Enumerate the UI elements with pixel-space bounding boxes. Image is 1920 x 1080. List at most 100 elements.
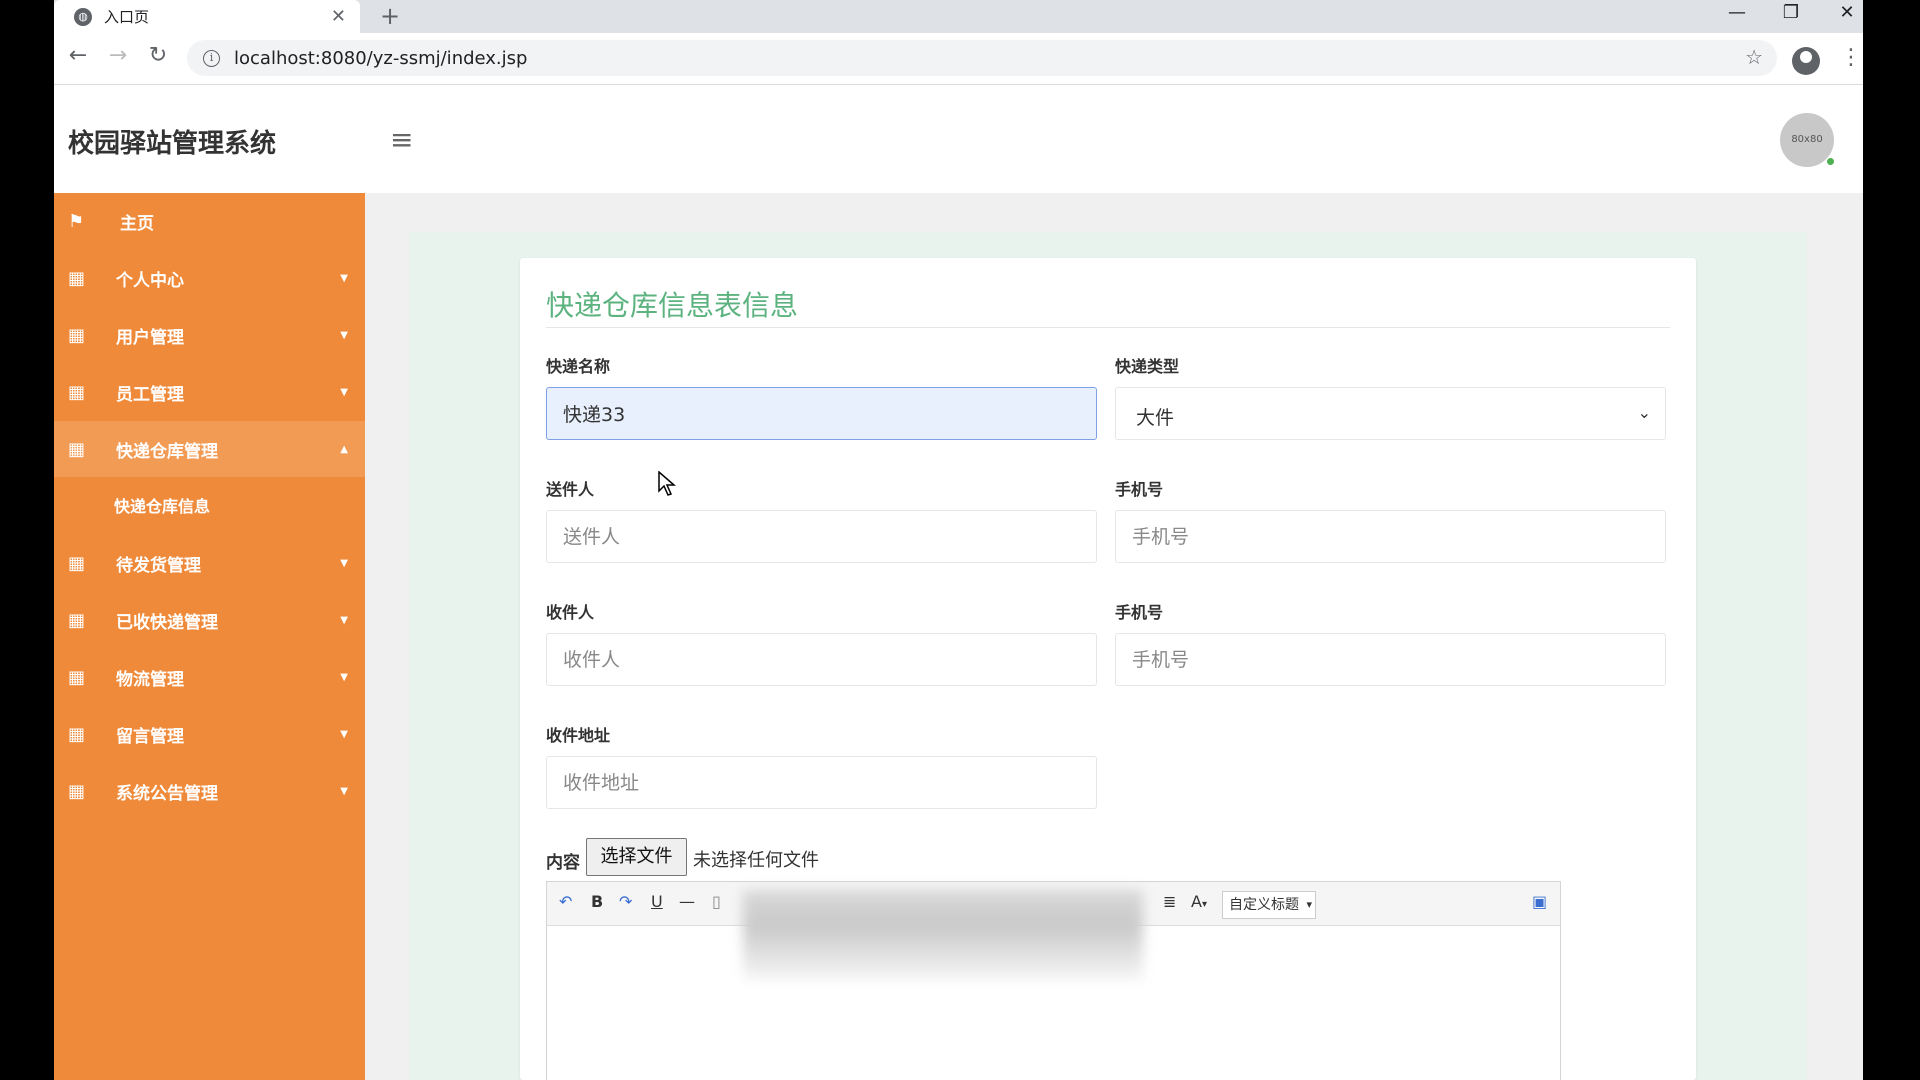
- sidebar-item-label: 系统公告管理: [116, 783, 218, 804]
- tab-bar: ◍ 入口页 ✕ + — ❐ ✕: [54, 0, 1863, 33]
- horizontal-rule-icon[interactable]: —: [679, 892, 695, 911]
- grid-icon: ▦: [68, 723, 86, 745]
- browser-tab[interactable]: ◍ 入口页 ✕: [54, 0, 360, 33]
- forward-arrow-icon[interactable]: →: [103, 43, 133, 68]
- file-status-text: 未选择任何文件: [693, 850, 819, 871]
- caret-down-icon: ▼: [340, 386, 348, 398]
- sidebar-item-label: 已收快递管理: [116, 612, 218, 633]
- caret-down-icon: ▼: [340, 671, 348, 683]
- caret-down-icon: ▼: [340, 614, 348, 626]
- sidebar-subitem-label: 快递仓库信息: [114, 497, 211, 516]
- document-icon[interactable]: ▯: [712, 892, 721, 911]
- sidebar-item-label: 待发货管理: [116, 555, 201, 576]
- blurred-toolbar-region: [743, 890, 1143, 980]
- content-panel: 快递仓库信息表信息 快递名称 快递类型 大件 ⌄ 送件人 手机号 收件人 手机: [409, 232, 1807, 1080]
- sidebar-item-label: 留言管理: [116, 726, 184, 747]
- editor-toolbar: ↶ B ↷ U — ▯ ≣ A▾ 自定义标题 ▣: [547, 882, 1560, 980]
- address-label: 收件地址: [546, 726, 611, 745]
- close-window-button[interactable]: ✕: [1827, 2, 1863, 23]
- sidebar-item-label: 个人中心: [116, 270, 184, 291]
- menu-kebab-icon[interactable]: ⋮: [1840, 45, 1862, 70]
- font-color-icon[interactable]: A▾: [1191, 892, 1207, 911]
- address-input[interactable]: [546, 756, 1097, 809]
- fullscreen-icon[interactable]: ▣: [1532, 892, 1547, 911]
- grid-icon: ▦: [68, 666, 86, 688]
- redo-icon[interactable]: ↷: [619, 892, 632, 911]
- flag-icon: ⚑: [68, 210, 85, 232]
- express-type-select[interactable]: 大件 ⌄: [1115, 387, 1666, 440]
- profile-icon[interactable]: [1792, 47, 1820, 75]
- sidebar-item-label: 用户管理: [116, 327, 184, 348]
- caret-down-icon: ▼: [340, 728, 348, 740]
- app-header: 校园驿站管理系统 ≡ 80x80: [54, 86, 1863, 193]
- receiver-input[interactable]: [546, 633, 1097, 686]
- rich-text-editor[interactable]: ↶ B ↷ U — ▯ ≣ A▾ 自定义标题 ▣: [546, 881, 1561, 1080]
- sidebar: ⚑ 主页 ▦ 个人中心 ▼ ▦ 用户管理 ▼ ▦ 员工管理 ▼ ▦ 快递仓库管理…: [54, 193, 365, 1080]
- underline-button[interactable]: U: [651, 892, 663, 911]
- caret-up-icon: ▲: [340, 443, 348, 455]
- grid-icon: ▦: [68, 267, 86, 289]
- sender-phone-input[interactable]: [1115, 510, 1666, 563]
- sidebar-item-label: 物流管理: [116, 669, 184, 690]
- reload-icon[interactable]: ↻: [143, 43, 173, 68]
- globe-icon: ◍: [74, 7, 92, 26]
- grid-icon: ▦: [68, 780, 86, 802]
- heading-select[interactable]: 自定义标题: [1222, 891, 1316, 919]
- form-card: 快递仓库信息表信息 快递名称 快递类型 大件 ⌄ 送件人 手机号 收件人 手机: [520, 258, 1696, 1080]
- receiver-phone-input[interactable]: [1115, 633, 1666, 686]
- divider: [546, 327, 1670, 328]
- info-icon[interactable]: i: [203, 49, 220, 67]
- bookmark-star-icon[interactable]: ☆: [1745, 45, 1763, 69]
- sidebar-item-user-management[interactable]: ▦ 用户管理 ▼: [54, 307, 365, 363]
- bold-button[interactable]: B: [591, 892, 603, 911]
- sidebar-item-label: 主页: [120, 213, 154, 234]
- tab-title: 入口页: [104, 8, 150, 26]
- grid-icon: ▦: [68, 552, 86, 574]
- caret-down-icon: ▼: [340, 329, 348, 341]
- receiver-label: 收件人: [546, 603, 595, 622]
- caret-down-icon: ▼: [340, 557, 348, 569]
- chevron-down-icon: ⌄: [1637, 403, 1651, 422]
- sidebar-item-received-express[interactable]: ▦ 已收快递管理 ▼: [54, 592, 365, 648]
- minimize-button[interactable]: —: [1717, 2, 1757, 23]
- font-color-letter: A: [1191, 892, 1202, 911]
- express-type-label: 快递类型: [1115, 357, 1180, 376]
- sidebar-item-personal-center[interactable]: ▦ 个人中心 ▼: [54, 250, 365, 306]
- express-type-value: 大件: [1136, 407, 1175, 429]
- back-arrow-icon[interactable]: ←: [63, 43, 93, 68]
- sidebar-item-home[interactable]: ⚑ 主页: [54, 193, 365, 249]
- sidebar-item-label: 员工管理: [116, 384, 184, 405]
- browser-toolbar: ← → ↻ i localhost:8080/yz-ssmj/index.jsp…: [54, 33, 1863, 85]
- sidebar-item-warehouse-management[interactable]: ▦ 快递仓库管理 ▲: [54, 421, 365, 477]
- hamburger-menu-icon[interactable]: ≡: [390, 123, 413, 156]
- sender-phone-label: 手机号: [1115, 480, 1164, 499]
- sidebar-item-staff-management[interactable]: ▦ 员工管理 ▼: [54, 364, 365, 420]
- url-text: localhost:8080/yz-ssmj/index.jsp: [234, 47, 528, 69]
- sidebar-subitem-warehouse-info[interactable]: 快递仓库信息: [54, 480, 365, 530]
- sidebar-item-messages[interactable]: ▦ 留言管理 ▼: [54, 706, 365, 762]
- content-label: 内容: [546, 853, 580, 873]
- address-bar[interactable]: i localhost:8080/yz-ssmj/index.jsp ☆: [187, 40, 1777, 76]
- online-status-dot: [1826, 157, 1835, 166]
- receiver-phone-label: 手机号: [1115, 603, 1164, 622]
- close-tab-icon[interactable]: ✕: [331, 6, 346, 27]
- main-content: 快递仓库信息表信息 快递名称 快递类型 大件 ⌄ 送件人 手机号 收件人 手机: [365, 193, 1863, 1080]
- choose-file-button[interactable]: 选择文件: [586, 838, 687, 876]
- caret-down-icon: ▼: [340, 785, 348, 797]
- undo-icon[interactable]: ↶: [559, 892, 572, 911]
- sidebar-item-logistics[interactable]: ▦ 物流管理 ▼: [54, 649, 365, 705]
- sender-input[interactable]: [546, 510, 1097, 563]
- justify-icon[interactable]: ≣: [1163, 892, 1176, 911]
- grid-icon: ▦: [68, 381, 86, 403]
- new-tab-button[interactable]: +: [380, 2, 400, 30]
- restore-button[interactable]: ❐: [1771, 2, 1811, 23]
- grid-icon: ▦: [68, 438, 86, 460]
- sidebar-item-pending-shipment[interactable]: ▦ 待发货管理 ▼: [54, 535, 365, 591]
- sidebar-item-announcements[interactable]: ▦ 系统公告管理 ▼: [54, 763, 365, 819]
- grid-icon: ▦: [68, 324, 86, 346]
- sidebar-item-label: 快递仓库管理: [116, 441, 218, 462]
- caret-down-icon: ▼: [340, 272, 348, 284]
- grid-icon: ▦: [68, 609, 86, 631]
- express-name-input[interactable]: [546, 387, 1097, 440]
- app-title: 校园驿站管理系统: [68, 129, 277, 159]
